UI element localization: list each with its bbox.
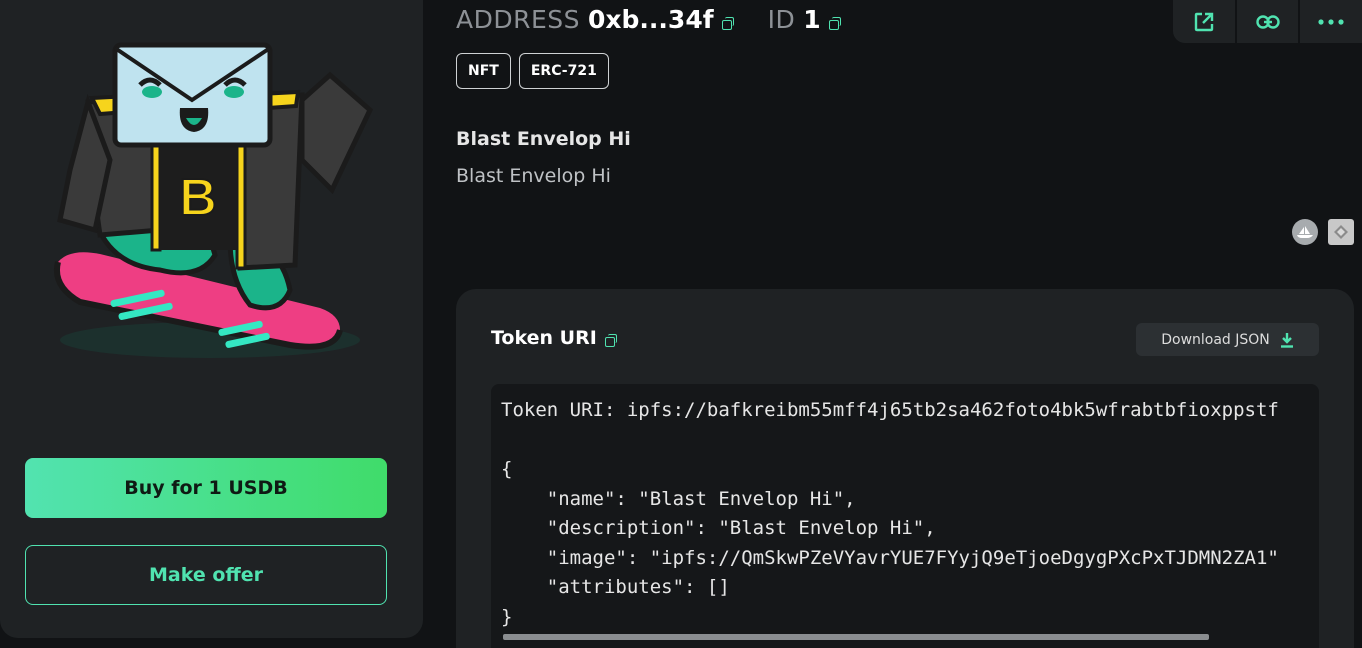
tag-nft: NFT bbox=[456, 53, 511, 89]
more-icon bbox=[1318, 18, 1344, 25]
token-header: ADDRESS 0xb...34f ID 1 bbox=[456, 0, 841, 38]
token-uri-code-block[interactable]: Token URI: ipfs://bafkreibm55mff4j65tb2s… bbox=[491, 384, 1319, 648]
svg-text:B: B bbox=[179, 169, 217, 227]
download-icon bbox=[1280, 332, 1293, 348]
token-uri-heading: Token URI bbox=[491, 327, 617, 349]
more-options-button[interactable] bbox=[1300, 0, 1362, 43]
copy-token-uri-icon[interactable] bbox=[604, 334, 617, 347]
download-json-button[interactable]: Download JSON bbox=[1136, 323, 1319, 356]
token-uri-card: Token URI Download JSON Token URI: ipfs:… bbox=[456, 289, 1354, 648]
nft-image: B bbox=[54, 42, 374, 358]
token-uri-title: Token URI bbox=[491, 327, 597, 349]
buy-button[interactable]: Buy for 1 USDB bbox=[25, 458, 387, 518]
id-label: ID bbox=[767, 4, 796, 34]
id-value: 1 bbox=[803, 4, 821, 34]
copy-address-icon[interactable] bbox=[721, 17, 734, 30]
link-icon bbox=[1255, 14, 1280, 29]
token-tags: NFT ERC-721 bbox=[456, 53, 609, 89]
copy-link-button[interactable] bbox=[1237, 0, 1301, 43]
token-description: Blast Envelop Hi bbox=[456, 165, 611, 187]
address-value: 0xb...34f bbox=[588, 4, 714, 34]
make-offer-button[interactable]: Make offer bbox=[25, 545, 387, 605]
copy-id-icon[interactable] bbox=[828, 17, 841, 30]
external-link-icon bbox=[1194, 12, 1214, 31]
external-link-button[interactable] bbox=[1173, 0, 1237, 43]
address-label: ADDRESS bbox=[456, 4, 581, 34]
tag-erc721: ERC-721 bbox=[518, 53, 609, 89]
marketplace-links bbox=[1292, 219, 1354, 245]
token-name: Blast Envelop Hi bbox=[456, 128, 631, 150]
action-toolbar bbox=[1173, 0, 1362, 43]
code-horizontal-scrollbar[interactable] bbox=[503, 634, 1209, 640]
nft-media-card: B Buy for 1 USDB Make offer bbox=[0, 0, 423, 638]
blur-marketplace-icon[interactable] bbox=[1328, 219, 1354, 245]
token-uri-code: Token URI: ipfs://bafkreibm55mff4j65tb2s… bbox=[501, 399, 1279, 628]
download-json-label: Download JSON bbox=[1161, 331, 1270, 348]
page-root: B Buy for 1 USDB Make offer ADDRESS 0xb.… bbox=[0, 0, 1362, 648]
opensea-icon[interactable] bbox=[1292, 219, 1318, 245]
